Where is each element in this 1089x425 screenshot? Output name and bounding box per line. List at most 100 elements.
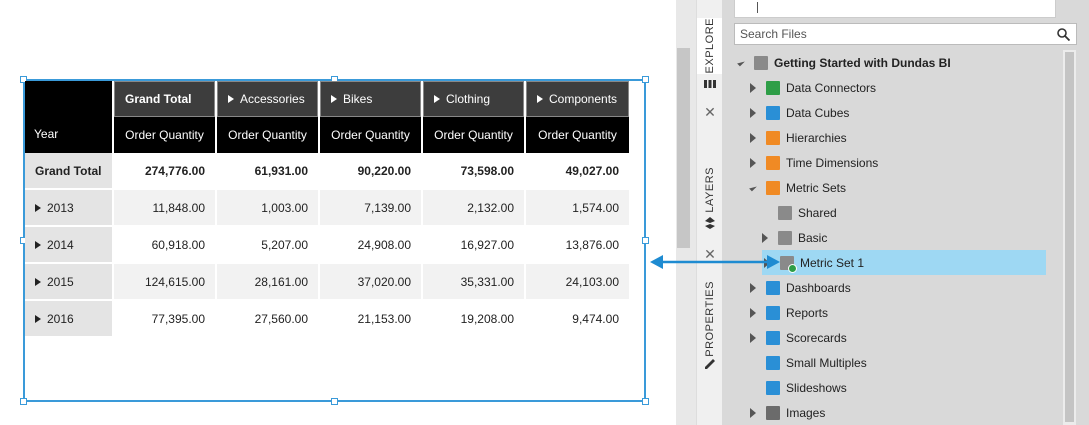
expand-arrow-icon[interactable] bbox=[748, 332, 758, 343]
images-icon bbox=[766, 405, 780, 420]
expand-triangle-icon[interactable] bbox=[331, 95, 337, 103]
column-header-components[interactable]: Components bbox=[526, 81, 629, 117]
resize-handle[interactable] bbox=[20, 398, 27, 405]
tree-item-scorecards[interactable]: Scorecards bbox=[722, 325, 847, 350]
row-header-2016[interactable]: 2016 bbox=[25, 301, 112, 336]
measure-header: Order Quantity bbox=[526, 117, 629, 153]
explore-tab-icon bbox=[697, 74, 723, 94]
expand-triangle-icon[interactable] bbox=[35, 314, 41, 323]
dashboard-canvas[interactable]: Year Grand Total Order Quantity Accessories… bbox=[0, 0, 676, 425]
expand-arrow-icon[interactable] bbox=[760, 232, 770, 243]
value-cell[interactable]: 124,615.00 bbox=[114, 264, 215, 299]
tree-item-data-cubes[interactable]: Data Cubes bbox=[722, 100, 849, 125]
value-cell[interactable]: 73,598.00 bbox=[423, 153, 524, 188]
value-cell[interactable]: 19,208.00 bbox=[423, 301, 524, 336]
value-cell[interactable]: 90,220.00 bbox=[320, 153, 421, 188]
resize-handle[interactable] bbox=[642, 76, 649, 83]
report-icon bbox=[766, 305, 780, 320]
column-header-label: Grand Total bbox=[125, 92, 192, 106]
expand-triangle-icon[interactable] bbox=[35, 277, 41, 286]
tree-item-data-connectors[interactable]: Data Connectors bbox=[722, 75, 876, 100]
tree-item-shared[interactable]: Shared bbox=[722, 200, 837, 225]
expand-arrow-icon[interactable] bbox=[748, 282, 758, 293]
explore-panel: Getting Started with Dundas BI Data Conne… bbox=[722, 0, 1089, 425]
tab-layers[interactable]: LAYERS bbox=[697, 167, 723, 213]
value-cell[interactable]: 7,139.00 bbox=[320, 190, 421, 225]
panel-top-input[interactable] bbox=[734, 0, 1056, 18]
row-header-2015[interactable]: 2015 bbox=[25, 264, 112, 299]
tab-explore-label: EXPLORE bbox=[704, 18, 716, 74]
expand-triangle-icon[interactable] bbox=[537, 95, 543, 103]
column-header-bikes[interactable]: Bikes bbox=[320, 81, 421, 117]
value-cell[interactable]: 13,876.00 bbox=[526, 227, 629, 262]
expand-triangle-icon[interactable] bbox=[35, 240, 41, 249]
close-explore-icon[interactable]: ✕ bbox=[697, 104, 723, 121]
column-header-label: Bikes bbox=[343, 92, 373, 106]
value-cell[interactable]: 21,153.00 bbox=[320, 301, 421, 336]
tree-item-basic[interactable]: Basic bbox=[722, 225, 827, 250]
value-cell[interactable]: 27,560.00 bbox=[217, 301, 318, 336]
value-cell[interactable]: 35,331.00 bbox=[423, 264, 524, 299]
row-header-grand-total: Grand Total bbox=[25, 153, 112, 188]
resize-handle[interactable] bbox=[642, 237, 649, 244]
resize-handle[interactable] bbox=[331, 398, 338, 405]
tree-item-label: Basic bbox=[798, 230, 828, 245]
tree-item-dashboards[interactable]: Dashboards bbox=[722, 275, 851, 300]
slideshow-icon bbox=[766, 380, 780, 395]
column-header-clothing[interactable]: Clothing bbox=[423, 81, 524, 117]
tab-explore[interactable]: EXPLORE bbox=[697, 18, 723, 74]
value-cell[interactable]: 1,574.00 bbox=[526, 190, 629, 225]
value-cell[interactable]: 24,908.00 bbox=[320, 227, 421, 262]
value-cell[interactable]: 37,020.00 bbox=[320, 264, 421, 299]
expand-arrow-icon[interactable] bbox=[748, 132, 758, 143]
measure-header-label: Order Quantity bbox=[228, 128, 307, 142]
row-header-2013[interactable]: 2013 bbox=[25, 190, 112, 225]
value-cell[interactable]: 61,931.00 bbox=[217, 153, 318, 188]
expand-arrow-icon[interactable] bbox=[748, 107, 758, 118]
resize-handle[interactable] bbox=[642, 398, 649, 405]
tree-item-slideshows[interactable]: Slideshows bbox=[722, 375, 847, 400]
tab-layers-label: LAYERS bbox=[704, 167, 716, 213]
tab-properties[interactable]: PROPERTIES bbox=[697, 281, 723, 357]
tree-item-images[interactable]: Images bbox=[722, 400, 825, 425]
tree-item-hierarchies[interactable]: Hierarchies bbox=[722, 125, 847, 150]
search-box[interactable] bbox=[734, 23, 1077, 45]
value-cell[interactable]: 77,395.00 bbox=[114, 301, 215, 336]
value-cell[interactable]: 9,474.00 bbox=[526, 301, 629, 336]
collapse-arrow-icon[interactable] bbox=[748, 183, 758, 192]
panel-scrollbar-thumb[interactable] bbox=[1065, 52, 1074, 422]
canvas-scrollbar-thumb[interactable] bbox=[677, 48, 690, 248]
value-cell[interactable]: 5,207.00 bbox=[217, 227, 318, 262]
measure-header: Order Quantity bbox=[423, 117, 524, 153]
column-header-grand-total[interactable]: Grand Total bbox=[114, 81, 215, 117]
tree-item-metric-sets[interactable]: Metric Sets bbox=[722, 175, 846, 200]
row-header-2014[interactable]: 2014 bbox=[25, 227, 112, 262]
value-cell[interactable]: 11,848.00 bbox=[114, 190, 215, 225]
expand-arrow-icon[interactable] bbox=[748, 82, 758, 93]
tree-item-small-multiples[interactable]: Small Multiples bbox=[722, 350, 867, 375]
value-cell[interactable]: 2,132.00 bbox=[423, 190, 524, 225]
value-cell[interactable]: 28,161.00 bbox=[217, 264, 318, 299]
collapse-arrow-icon[interactable] bbox=[736, 58, 746, 67]
expand-triangle-icon[interactable] bbox=[35, 203, 41, 212]
value-cell[interactable]: 1,003.00 bbox=[217, 190, 318, 225]
value-cell[interactable]: 16,927.00 bbox=[423, 227, 524, 262]
tree-item-time-dimensions[interactable]: Time Dimensions bbox=[722, 150, 878, 175]
expand-arrow-icon[interactable] bbox=[748, 307, 758, 318]
search-icon[interactable] bbox=[1057, 28, 1070, 41]
tree-item-reports[interactable]: Reports bbox=[722, 300, 828, 325]
search-input[interactable] bbox=[735, 27, 1045, 41]
expand-triangle-icon[interactable] bbox=[434, 95, 440, 103]
tree-item-getting-started-with-dundas-bi[interactable]: Getting Started with Dundas BI bbox=[722, 50, 951, 75]
value-cell[interactable]: 24,103.00 bbox=[526, 264, 629, 299]
expand-arrow-icon[interactable] bbox=[748, 407, 758, 418]
row-header-label: 2016 bbox=[47, 311, 74, 326]
value-cell[interactable]: 60,918.00 bbox=[114, 227, 215, 262]
column-header-accessories[interactable]: Accessories bbox=[217, 81, 318, 117]
measure-header: Order Quantity bbox=[114, 117, 215, 153]
tree-item-metric-set-1[interactable]: Metric Set 1 bbox=[762, 250, 1046, 275]
value-cell[interactable]: 274,776.00 bbox=[114, 153, 215, 188]
expand-triangle-icon[interactable] bbox=[228, 95, 234, 103]
value-cell[interactable]: 49,027.00 bbox=[526, 153, 629, 188]
expand-arrow-icon[interactable] bbox=[748, 157, 758, 168]
